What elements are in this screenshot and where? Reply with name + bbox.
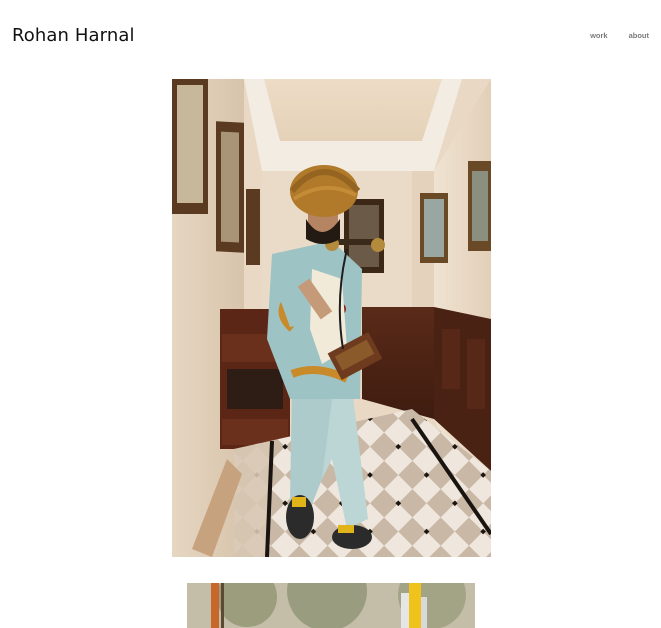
- nav-link-about[interactable]: about: [629, 30, 649, 42]
- gallery-photo-1[interactable]: [172, 79, 491, 557]
- site-title[interactable]: Rohan Harnal: [12, 24, 135, 48]
- nav-link-work[interactable]: work: [590, 30, 608, 42]
- main-nav: work about: [590, 30, 649, 42]
- gallery-photo-2[interactable]: [187, 583, 475, 628]
